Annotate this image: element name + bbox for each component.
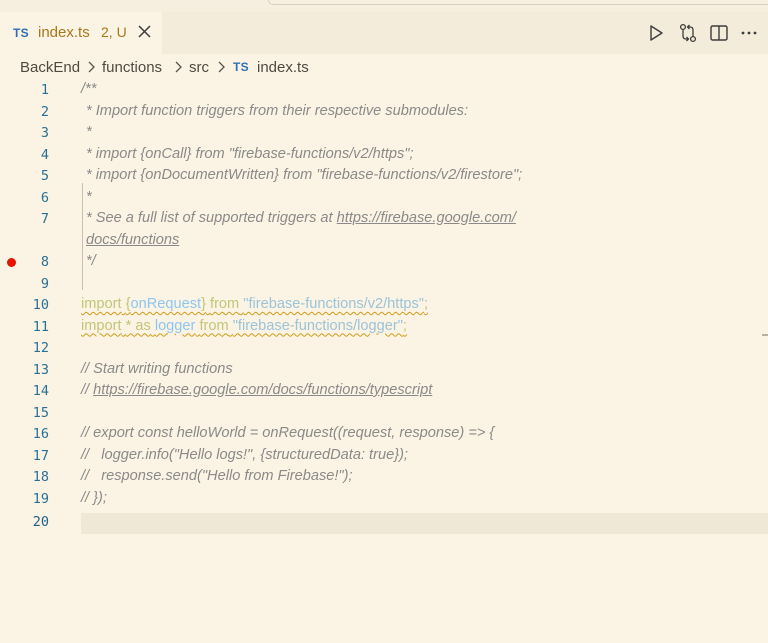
code-text: // https://firebase.google.com/docs/func…	[81, 382, 432, 398]
code-text: * import {onDocumentWritten} from "fireb…	[86, 167, 523, 183]
window-frame-edge	[268, 0, 768, 5]
code-line: 18 // response.send("Hello from Firebase…	[0, 467, 768, 489]
code-text: // response.send("Hello from Firebase!")…	[81, 468, 353, 484]
code-text: * import {onCall} from "firebase-functio…	[86, 145, 414, 162]
code-text: *	[86, 124, 92, 140]
line-number[interactable]: 11	[0, 319, 49, 335]
code-text: // Start writing functions	[81, 360, 233, 377]
code-line: 17 // logger.info("Hello logs!", {struct…	[0, 446, 768, 468]
string-literal: "firebase-functions/v2/https"	[243, 296, 424, 312]
line-number[interactable]: 15	[0, 405, 49, 421]
tab-bar: TS index.ts 2, U	[0, 12, 768, 54]
semicolon: ;	[423, 296, 429, 312]
code-line: 8 */	[0, 252, 768, 274]
brace-close: }	[201, 296, 206, 312]
code-line: 9	[0, 274, 768, 296]
string-literal: "firebase-functions/logger"	[232, 317, 403, 334]
keyword-import: import	[81, 317, 122, 334]
line-number[interactable]: 8	[0, 254, 49, 270]
code-line: 3 *	[0, 123, 768, 145]
code-text: * Import function triggers from their re…	[86, 102, 469, 119]
code-editor[interactable]: 1 /** 2 * Import function triggers from …	[0, 80, 768, 643]
chevron-right-icon	[174, 59, 184, 79]
split-editor-icon[interactable]	[707, 21, 731, 45]
line-number[interactable]: 19	[0, 491, 49, 507]
code-text: docs/functions	[86, 232, 179, 248]
breadcrumb: BackEnd functions src TS index.ts	[0, 54, 768, 80]
code-line: 6 *	[0, 188, 768, 210]
line-number[interactable]: 1	[0, 82, 49, 98]
run-icon[interactable]	[644, 21, 668, 45]
line-number[interactable]: 20	[0, 514, 49, 530]
line-number[interactable]: 5	[0, 168, 49, 184]
code-line: 2 * Import function triggers from their …	[0, 102, 768, 124]
keyword-from: from	[199, 317, 229, 334]
compare-changes-icon[interactable]	[676, 21, 700, 45]
comment-link[interactable]: https://firebase.google.com/docs/functio…	[93, 382, 432, 398]
code-line: 15	[0, 403, 768, 425]
line-number[interactable]: 3	[0, 125, 49, 141]
tab-filename: index.ts	[38, 24, 90, 41]
code-line-wrapped: docs/functions	[0, 231, 768, 253]
window-top-edge	[0, 0, 768, 12]
keyword-import: import	[81, 296, 122, 312]
typescript-file-icon: TS	[233, 60, 249, 74]
code-text: * See a full list of supported triggers …	[86, 210, 516, 226]
comment-link[interactable]: https://firebase.google.com/	[337, 210, 516, 226]
line-number[interactable]: 7	[0, 211, 49, 227]
line-number[interactable]: 13	[0, 362, 49, 378]
identifier: logger	[154, 317, 196, 334]
code-text: // export const helloWorld = onRequest((…	[81, 425, 495, 441]
code-line: 12	[0, 338, 768, 360]
code-line: 10 import {onRequest} from "firebase-fun…	[0, 295, 768, 317]
code-text: *	[86, 188, 92, 205]
close-icon[interactable]	[136, 22, 154, 42]
chevron-right-icon	[87, 59, 97, 79]
code-line: 19 // });	[0, 489, 768, 511]
comment-text: * See a full list of supported triggers …	[86, 210, 337, 226]
import-statement: import {onRequest} from "firebase-functi…	[81, 296, 428, 312]
code-line: 11 import * as logger from "firebase-fun…	[0, 317, 768, 339]
line-number[interactable]: 14	[0, 383, 49, 399]
import-statement: import * as logger from "firebase-functi…	[81, 318, 407, 334]
code-line: 7 * See a full list of supported trigger…	[0, 209, 768, 231]
line-number[interactable]: 12	[0, 340, 49, 356]
chevron-right-icon	[217, 59, 227, 79]
code-line: 4 * import {onCall} from "firebase-funct…	[0, 145, 768, 167]
typescript-file-icon: TS	[13, 26, 29, 40]
breadcrumb-backend[interactable]: BackEnd	[20, 59, 80, 76]
code-line: 14 // https://firebase.google.com/docs/f…	[0, 381, 768, 403]
code-text: */	[86, 253, 96, 269]
code-line: 1 /**	[0, 80, 768, 102]
code-text: // });	[81, 489, 107, 506]
comment-text: //	[81, 382, 94, 398]
line-number[interactable]: 18	[0, 469, 49, 485]
line-number[interactable]: 17	[0, 448, 49, 464]
more-actions-icon[interactable]	[738, 21, 762, 45]
semicolon: ;	[402, 317, 407, 334]
breadcrumb-src[interactable]: src	[189, 59, 209, 76]
line-number[interactable]: 2	[0, 104, 49, 120]
breadcrumb-index-ts[interactable]: index.ts	[257, 59, 309, 76]
keyword-from: from	[210, 296, 240, 312]
line-number[interactable]: 10	[0, 297, 49, 313]
line-number[interactable]: 9	[0, 276, 49, 292]
code-line: 5 * import {onDocumentWritten} from "fir…	[0, 166, 768, 188]
tab-status-badge: 2, U	[101, 24, 127, 40]
identifier: onRequest	[130, 296, 202, 312]
code-text: // logger.info("Hello logs!", {structure…	[81, 446, 408, 463]
code-line: 13 // Start writing functions	[0, 360, 768, 382]
tab-index-ts[interactable]: TS index.ts 2, U	[0, 12, 162, 54]
line-number[interactable]: 16	[0, 426, 49, 442]
line-number[interactable]: 6	[0, 190, 49, 206]
code-line: 16 // export const helloWorld = onReques…	[0, 424, 768, 446]
keyword-star-as: * as	[125, 317, 151, 334]
code-text: /**	[81, 81, 97, 97]
comment-link-wrap[interactable]: docs/functions	[86, 232, 179, 248]
line-number[interactable]: 4	[0, 147, 49, 163]
breadcrumb-functions[interactable]: functions	[102, 59, 162, 76]
code-line: 20	[0, 512, 768, 534]
